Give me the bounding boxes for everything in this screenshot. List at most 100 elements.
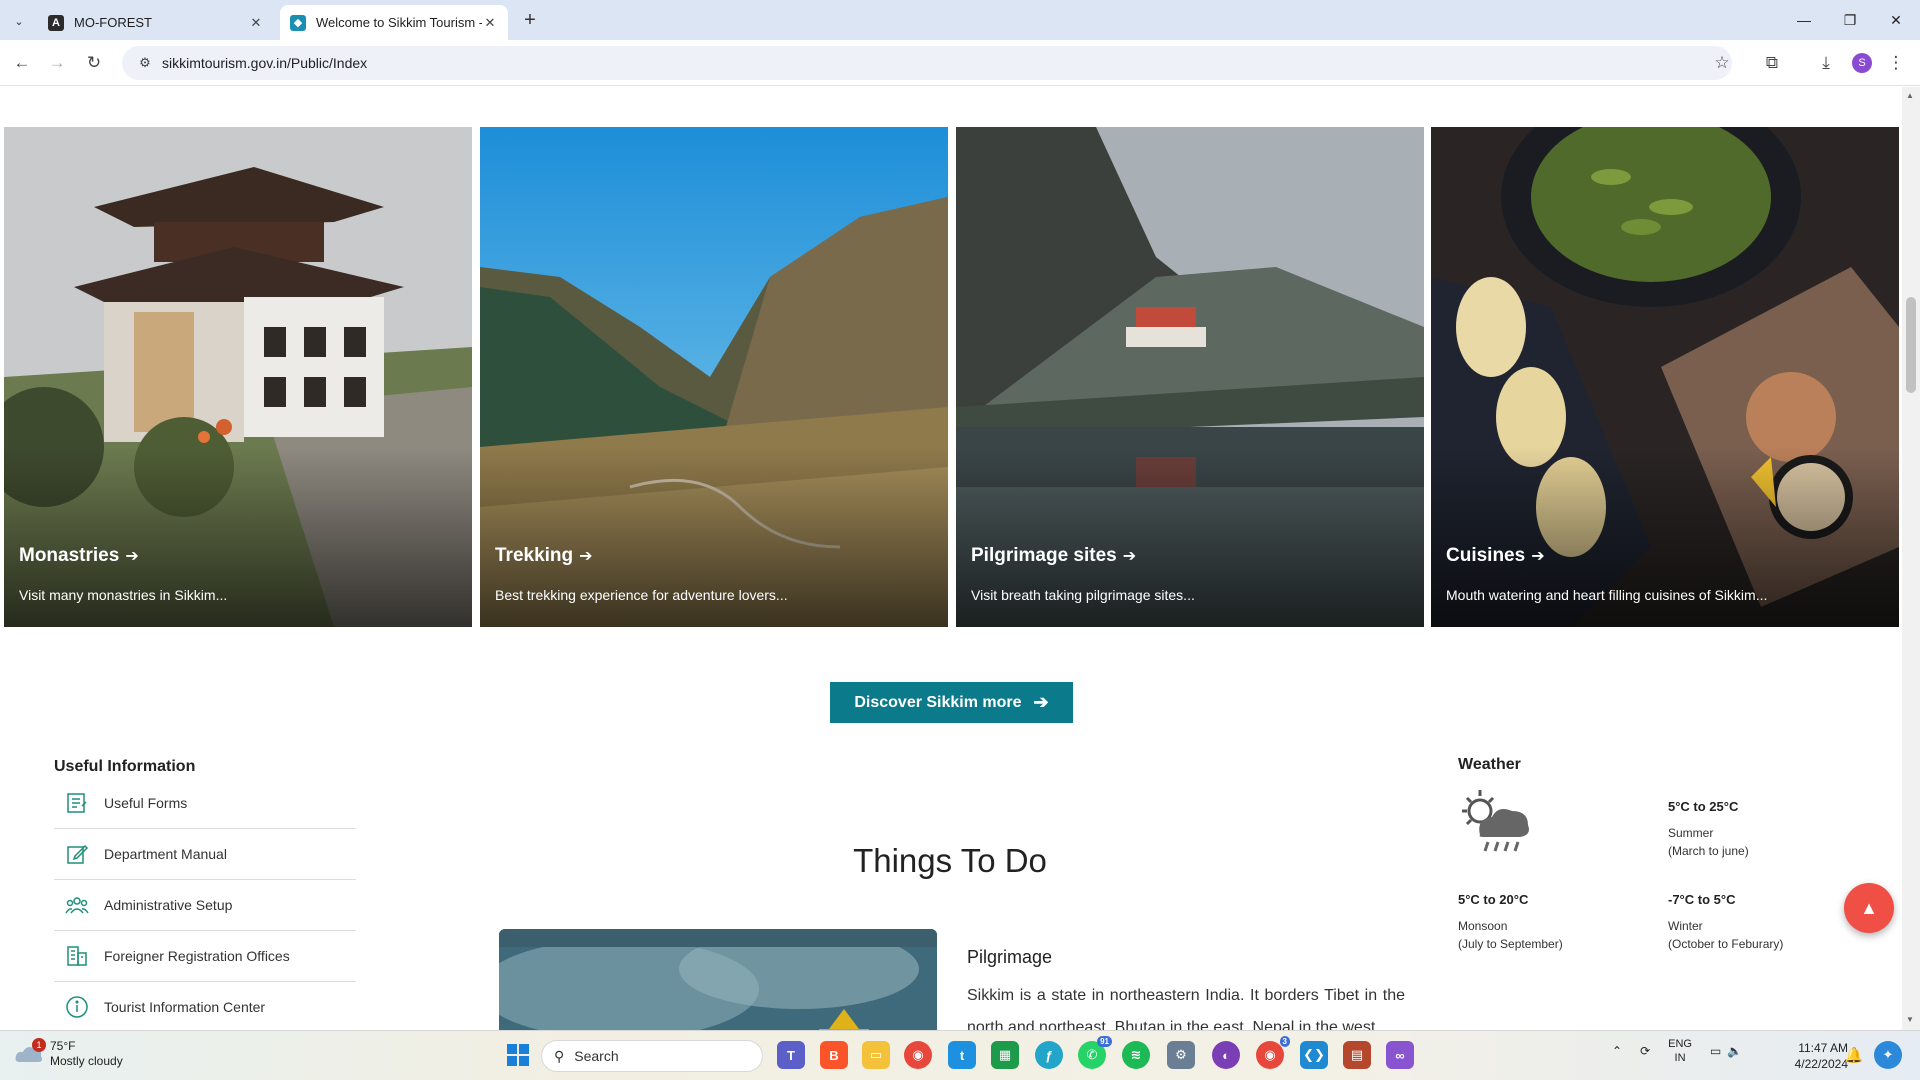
site-info-icon[interactable]: ⚙ [128, 55, 162, 71]
card-description: Mouth watering and heart filling cuisine… [1446, 587, 1768, 603]
scroll-up-arrow-icon[interactable]: ▲ [1906, 91, 1914, 100]
reload-icon[interactable]: ↻ [82, 51, 106, 75]
arrow-right-icon: ➔ [1033, 692, 1049, 712]
tab-title: Welcome to Sikkim Tourism - [316, 15, 482, 30]
notification-badge: 1 [32, 1038, 46, 1052]
taskbar-clock[interactable]: 11:47 AM 4/22/2024 [1768, 1040, 1848, 1072]
arrow-right-icon: ➔ [1531, 548, 1545, 565]
card-pilgrimage-sites[interactable]: Pilgrimage sites ➔ Visit breath taking pi… [956, 127, 1424, 627]
phonelink-icon[interactable]: ƒ [1035, 1041, 1063, 1069]
forward-arrow-icon[interactable]: → [45, 51, 69, 75]
volume-icon[interactable]: 🔈 [1727, 1044, 1742, 1058]
spotify-icon[interactable]: ≋ [1122, 1041, 1150, 1069]
file-explorer-icon[interactable]: ▭ [862, 1041, 890, 1069]
whatsapp-badge: 91 [1097, 1036, 1112, 1047]
tourist-information-center-link[interactable]: Tourist Information Center [54, 982, 356, 1030]
new-tab-plus-icon[interactable]: + [518, 8, 542, 32]
administrative-setup-link[interactable]: Administrative Setup [54, 880, 356, 931]
pilgrimage-description: Sikkim is a state in northeastern India.… [967, 987, 1405, 1030]
visual-studio-icon[interactable]: ∞ [1386, 1041, 1414, 1069]
vscode-icon[interactable]: ❮❯ [1300, 1041, 1328, 1069]
card-title[interactable]: Trekking ➔ [495, 545, 593, 567]
weather-heading: Weather [1458, 756, 1521, 773]
card-title[interactable]: Cuisines ➔ [1446, 545, 1545, 567]
sun-cloud-rain-icon [1458, 787, 1534, 857]
scroll-to-top-button[interactable]: ▲ [1844, 883, 1894, 933]
notification-bell-icon[interactable]: 🔔 [1840, 1041, 1868, 1069]
useful-information-heading: Useful Information [54, 758, 196, 775]
form-list-icon [64, 790, 90, 816]
weather-summer: 5°C to 25°C Summer (March to june) [1668, 799, 1749, 858]
windows-start-icon[interactable] [504, 1041, 532, 1069]
info-circle-icon [64, 994, 90, 1020]
taskbar-search-box[interactable]: ⚲ Search [541, 1040, 763, 1072]
language-indicator[interactable]: ENG IN [1668, 1037, 1692, 1065]
scroll-down-arrow-icon[interactable]: ▼ [1906, 1015, 1914, 1024]
card-trekking[interactable]: Trekking ➔ Best trekking experience for a… [480, 127, 948, 627]
settings-gear-icon[interactable]: ⚙ [1167, 1041, 1195, 1069]
brave-browser-icon[interactable]: B [820, 1041, 848, 1069]
card-title[interactable]: Pilgrimage sites ➔ [971, 545, 1136, 567]
extensions-puzzle-icon[interactable]: ⧉ [1760, 51, 1784, 75]
network-icon[interactable]: ▭ [1710, 1044, 1721, 1058]
browser-toolbar: ← → ↻ ⚙ sikkimtourism.gov.in/Public/Inde… [0, 40, 1920, 86]
cloud-icon: 1 [14, 1038, 46, 1066]
building-icon [64, 943, 90, 969]
system-tray: ⌃ ⟳ ENG IN ▭ 🔈 [1612, 1037, 1742, 1065]
chrome-icon[interactable]: ◉ [904, 1041, 932, 1069]
windows-taskbar: 1 75°F Mostly cloudy ⚲ Search T B ▭ ◉ t … [0, 1030, 1920, 1080]
restore-icon[interactable]: ❐ [1830, 8, 1870, 32]
whatsapp-icon[interactable]: ✆ 91 [1078, 1036, 1112, 1069]
page-scrollbar[interactable]: ▲ ▼ [1902, 87, 1920, 1030]
card-description: Visit many monastries in Sikkim... [19, 587, 228, 603]
scrollbar-thumb[interactable] [1906, 297, 1916, 393]
close-tab-icon[interactable]: ✕ [248, 15, 264, 31]
close-window-icon[interactable]: ✕ [1876, 8, 1916, 32]
caret-up-icon: ▲ [1860, 897, 1878, 918]
twitter-app-icon[interactable]: t [948, 1041, 976, 1069]
edit-document-icon [64, 841, 90, 867]
taskbar-weather-widget[interactable]: 1 75°F Mostly cloudy [14, 1038, 123, 1069]
department-manual-link[interactable]: Department Manual [54, 829, 356, 880]
menu-kebab-icon[interactable]: ⋮ [1884, 51, 1908, 75]
back-arrow-icon[interactable]: ← [10, 51, 34, 75]
chrome-active-icon[interactable]: ◉ 3 [1256, 1036, 1290, 1069]
spreadsheet-app-icon[interactable]: ▦ [991, 1041, 1019, 1069]
profile-avatar[interactable]: S [1852, 53, 1872, 73]
mo-forest-favicon-icon: A [48, 14, 64, 31]
card-description: Best trekking experience for adventure l… [495, 587, 788, 603]
winrar-icon[interactable]: ▤ [1343, 1041, 1371, 1069]
things-to-do-heading: Things To Do [853, 842, 1047, 879]
close-tab-icon[interactable]: ✕ [482, 15, 498, 31]
pilgrimage-title: Pilgrimage [967, 947, 1053, 967]
foreigner-registration-offices-link[interactable]: Foreigner Registration Offices [54, 931, 356, 982]
browser-tab-bar: ⌄ A MO-FOREST ✕ ◆ Welcome to Sikkim Tour… [0, 0, 1920, 40]
card-title[interactable]: Monastries ➔ [19, 545, 139, 567]
arrow-right-icon: ➔ [125, 548, 139, 565]
minimize-icon[interactable]: — [1784, 8, 1824, 32]
tab-mo-forest[interactable]: A MO-FOREST ✕ [38, 5, 274, 40]
page-content: Monastries ➔ Visit many monastries in Sik… [0, 87, 1902, 1030]
card-description: Visit breath taking pilgrimage sites... [971, 587, 1195, 603]
tab-search-chevron-icon[interactable]: ⌄ [8, 10, 30, 32]
chrome-badge: 3 [1279, 1036, 1290, 1047]
bookmark-star-icon[interactable]: ☆ [1710, 51, 1734, 75]
sync-icon[interactable]: ⟳ [1640, 1044, 1650, 1058]
card-monastries[interactable]: Monastries ➔ Visit many monastries in Sik… [4, 127, 472, 627]
weather-monsoon: 5°C to 20°C Monsoon (July to September) [1458, 892, 1563, 951]
pilgrimage-image[interactable] [499, 929, 937, 1030]
tab-sikkim-tourism[interactable]: ◆ Welcome to Sikkim Tourism - ✕ [280, 5, 508, 40]
search-icon: ⚲ [554, 1047, 565, 1064]
card-cuisines[interactable]: Cuisines ➔ Mouth watering and heart filli… [1431, 127, 1899, 627]
github-desktop-icon[interactable]: ◐ [1212, 1041, 1240, 1069]
useful-forms-link[interactable]: Useful Forms [54, 778, 356, 829]
download-icon[interactable]: ⤓ [1814, 51, 1838, 75]
weather-temperature: 75°F [50, 1039, 76, 1053]
arrow-right-icon: ➔ [1122, 548, 1137, 565]
chevron-up-icon[interactable]: ⌃ [1612, 1044, 1622, 1058]
url-text[interactable]: sikkimtourism.gov.in/Public/Index [162, 55, 367, 71]
copilot-icon[interactable]: ✦ [1874, 1041, 1902, 1069]
address-bar[interactable]: ⚙ sikkimtourism.gov.in/Public/Index [122, 46, 1732, 80]
discover-sikkim-button[interactable]: Discover Sikkim more ➔ [830, 682, 1073, 723]
teams-icon[interactable]: T [777, 1041, 805, 1069]
